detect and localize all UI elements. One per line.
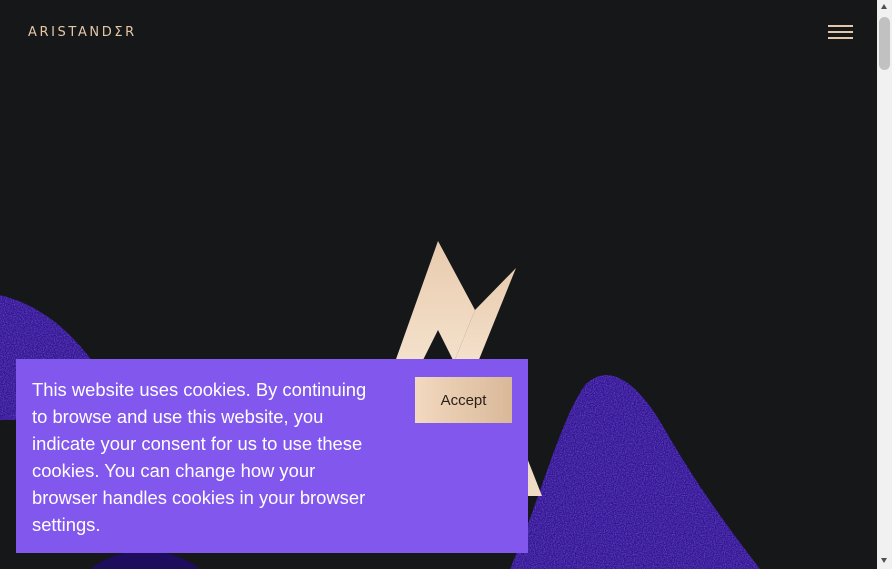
page: ARISTANDΣR This website uses cookies. By… — [0, 0, 877, 569]
menu-line-middle — [828, 31, 853, 33]
aristander-logo[interactable]: ARISTANDΣR — [28, 23, 137, 41]
scroll-down-arrow-icon[interactable] — [881, 558, 887, 563]
hamburger-menu-icon[interactable] — [826, 22, 856, 42]
menu-line-bottom — [828, 37, 853, 39]
logo-text: ARISTANDΣR — [28, 24, 137, 40]
bottom-purple-hill — [90, 551, 200, 569]
vertical-scrollbar[interactable] — [877, 0, 892, 569]
right-purple-hill-grain — [510, 375, 760, 569]
site-header: ARISTANDΣR — [0, 0, 877, 64]
accept-cookies-button[interactable]: Accept — [415, 377, 512, 423]
scrollbar-thumb[interactable] — [879, 17, 890, 70]
scroll-up-arrow-icon[interactable] — [881, 4, 887, 9]
cookie-message: This website uses cookies. By continuing… — [32, 379, 367, 535]
cookie-banner: This website uses cookies. By continuing… — [16, 359, 528, 553]
browser-viewport: ARISTANDΣR This website uses cookies. By… — [0, 0, 892, 569]
menu-line-top — [828, 25, 853, 27]
